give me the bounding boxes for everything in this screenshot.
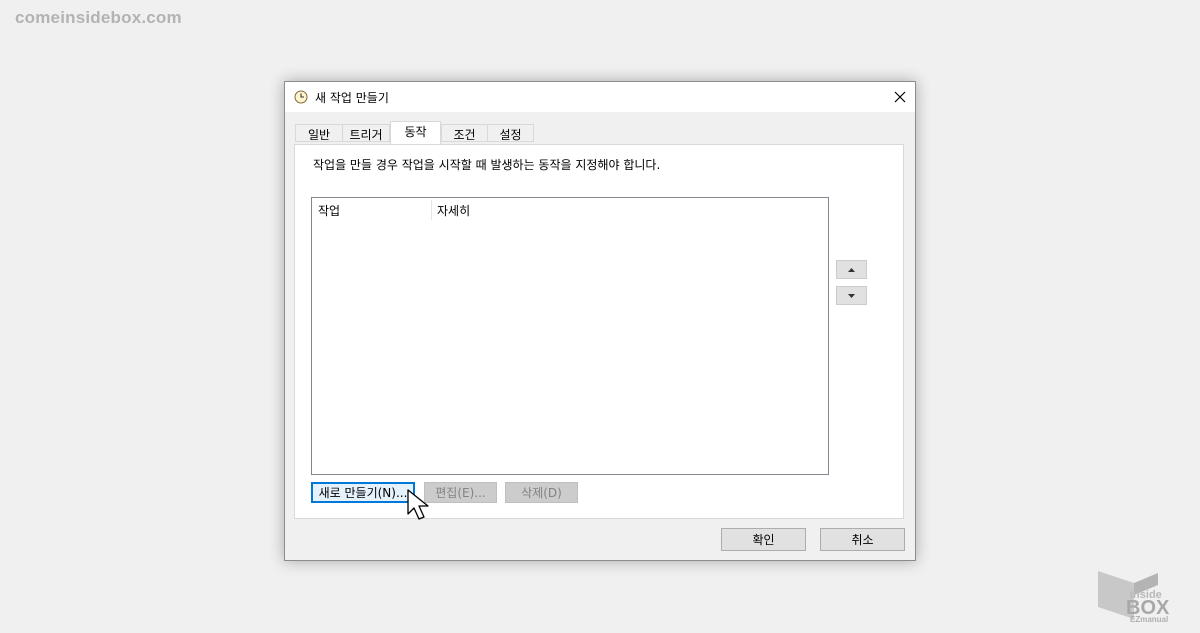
book-logo-icon: inside BOX EZmanual <box>1098 571 1170 624</box>
tab-triggers[interactable]: 트리거 <box>342 124 390 142</box>
cancel-button[interactable]: 취소 <box>820 528 905 551</box>
column-header-details[interactable]: 자세히 <box>437 202 470 219</box>
list-header: 작업 자세히 <box>312 198 828 222</box>
close-button[interactable] <box>885 82 915 112</box>
actions-description: 작업을 만들 경우 작업을 시작할 때 발생하는 동작을 지정해야 합니다. <box>313 158 661 172</box>
insidebox-logo: inside BOX EZmanual <box>1096 565 1188 624</box>
column-divider[interactable] <box>431 200 432 220</box>
tab-settings[interactable]: 설정 <box>487 124 534 142</box>
close-icon <box>894 91 906 103</box>
create-task-dialog: 새 작업 만들기 일반 트리거 동작 조건 설정 작업을 만들 경우 작업을 시… <box>284 81 916 561</box>
clock-icon <box>294 90 308 104</box>
column-header-action[interactable]: 작업 <box>318 202 340 219</box>
logo-word-ezmanual: EZmanual <box>1130 615 1168 623</box>
ok-button[interactable]: 확인 <box>721 528 806 551</box>
delete-action-button[interactable]: 삭제(D) <box>505 482 578 503</box>
tab-conditions[interactable]: 조건 <box>441 124 488 142</box>
arrow-up-icon <box>848 267 855 272</box>
move-down-button[interactable] <box>836 286 867 305</box>
actions-list[interactable]: 작업 자세히 <box>311 197 829 475</box>
tab-actions[interactable]: 동작 <box>390 121 441 144</box>
title-bar: 새 작업 만들기 <box>285 82 915 112</box>
actions-panel: 작업을 만들 경우 작업을 시작할 때 발생하는 동작을 지정해야 합니다. 작… <box>294 144 904 519</box>
dialog-title: 새 작업 만들기 <box>315 91 389 105</box>
arrow-down-icon <box>848 293 855 298</box>
move-up-button[interactable] <box>836 260 867 279</box>
site-watermark: comeinsidebox.com <box>15 8 182 27</box>
mouse-pointer-icon <box>407 489 429 520</box>
tab-general[interactable]: 일반 <box>295 124 343 142</box>
new-action-button[interactable]: 새로 만들기(N)... <box>311 482 415 503</box>
